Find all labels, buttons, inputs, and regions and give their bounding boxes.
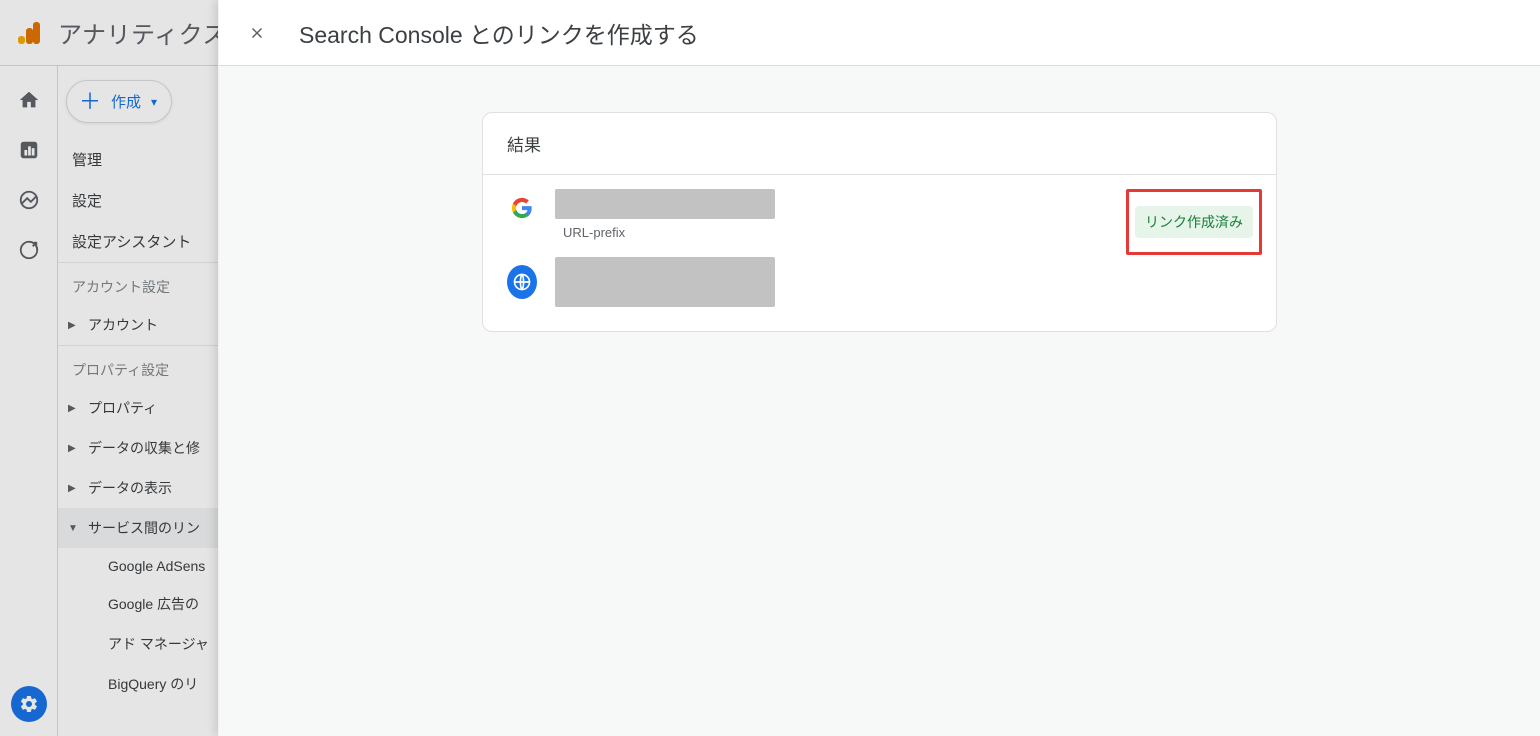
reports-icon[interactable] <box>17 138 41 162</box>
result-row-search-console: URL-prefix リンク作成済み <box>507 189 1252 243</box>
create-button[interactable]: ＋ 作成 ▾ <box>66 80 172 123</box>
modal-title: Search Console とのリンクを作成する <box>299 16 699 50</box>
create-label: 作成 <box>111 91 141 112</box>
chevron-down-icon: ▾ <box>151 95 157 109</box>
sidebar-item-display[interactable]: ▶ データの表示 <box>58 468 218 508</box>
app-title: アナリティクス <box>58 15 227 50</box>
sidebar-sub-admanager[interactable]: アド マネージャ <box>58 624 218 664</box>
link-modal: Search Console とのリンクを作成する 結果 <box>218 0 1540 736</box>
result-card: 結果 URL-prefix <box>482 112 1277 332</box>
sidebar-link-settings[interactable]: 設定 <box>58 180 218 221</box>
caret-right-icon: ▶ <box>68 443 78 454</box>
caret-right-icon: ▶ <box>68 483 78 494</box>
sidebar-item-property[interactable]: ▶ プロパティ <box>58 388 218 428</box>
caret-right-icon: ▶ <box>68 320 78 331</box>
side-panel: ＋ 作成 ▾ 管理 設定 設定アシスタント アカウント設定 ▶ アカウント プロ… <box>58 66 218 736</box>
google-g-icon <box>511 197 533 219</box>
sidebar-item-collection[interactable]: ▶ データの収集と修 <box>58 428 218 468</box>
explore-icon[interactable] <box>17 188 41 212</box>
modal-body: 結果 URL-prefix <box>219 66 1540 736</box>
advertising-icon[interactable] <box>17 238 41 262</box>
sidebar-item-links[interactable]: ▼ サービス間のリン <box>58 508 218 548</box>
admin-gear-button[interactable] <box>11 686 47 722</box>
home-icon[interactable] <box>17 88 41 112</box>
caret-right-icon: ▶ <box>68 403 78 414</box>
icon-rail <box>0 66 58 736</box>
close-button[interactable] <box>239 15 275 51</box>
caret-down-icon: ▼ <box>68 523 78 534</box>
modal-header: Search Console とのリンクを作成する <box>219 0 1540 66</box>
result-row-web-stream <box>507 255 1252 309</box>
close-icon <box>248 24 266 42</box>
property-section-label: プロパティ設定 <box>58 345 218 388</box>
card-title: 結果 <box>483 113 1276 175</box>
badge-highlight: リンク作成済み <box>1126 189 1262 255</box>
sidebar-sub-bigquery[interactable]: BigQuery のリ <box>58 664 218 704</box>
analytics-logo-icon <box>16 20 42 46</box>
sidebar-link-assistant[interactable]: 設定アシスタント <box>58 221 218 262</box>
redacted-stream-name <box>555 257 775 307</box>
sidebar-item-account[interactable]: ▶ アカウント <box>58 305 218 345</box>
account-section-label: アカウント設定 <box>58 262 218 305</box>
link-created-badge: リンク作成済み <box>1135 206 1253 238</box>
sidebar-link-admin[interactable]: 管理 <box>58 139 218 180</box>
redacted-property-name <box>555 189 775 219</box>
globe-icon <box>507 265 537 299</box>
sidebar-sub-adsense[interactable]: Google AdSens <box>58 548 218 584</box>
sidebar-sub-ads[interactable]: Google 広告の <box>58 584 218 624</box>
